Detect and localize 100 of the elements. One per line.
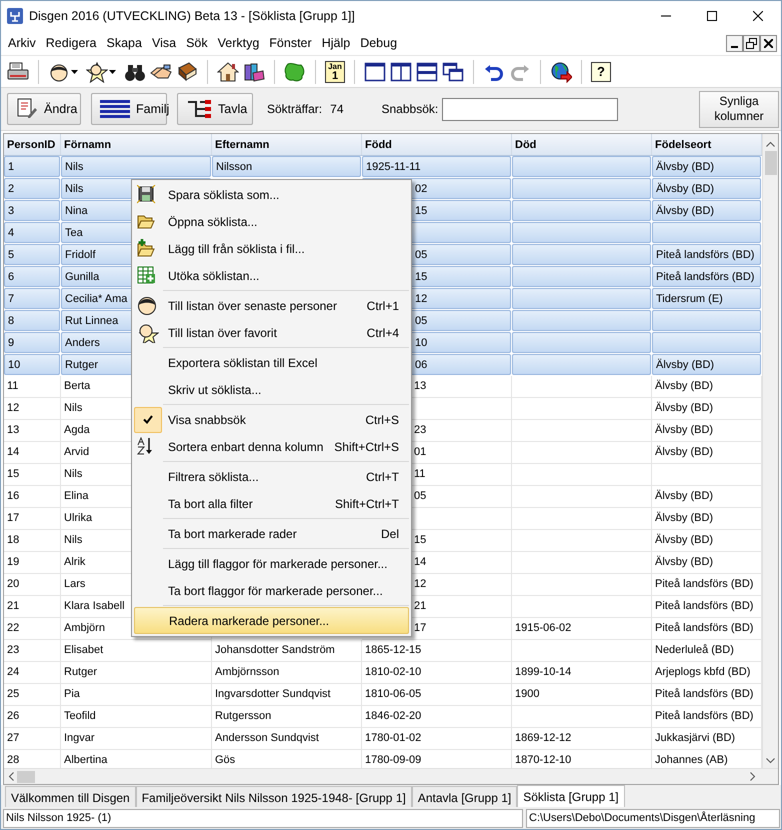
menu-item[interactable]: Visa (146, 32, 182, 54)
close-button[interactable] (760, 34, 777, 52)
caret-icon (71, 70, 78, 74)
table-cell: 1865-12-15 (362, 640, 512, 662)
book-icon (176, 60, 198, 82)
person-icon (137, 296, 159, 316)
app-icon (7, 8, 23, 24)
table-cell: Tidersrum (E) (652, 288, 761, 309)
table-cell: Älvsby (BD) (652, 354, 761, 375)
column-header[interactable]: Död (512, 134, 652, 155)
table-cell: Ingvar (61, 728, 212, 750)
table-cell: Pia (61, 684, 212, 706)
close-icon (753, 11, 763, 21)
printer-icon (7, 60, 29, 82)
maximize-icon (707, 11, 717, 21)
person-star-icon (86, 60, 108, 82)
help-button[interactable]: ? (589, 58, 613, 86)
document-tab[interactable]: Familjeöversikt Nils Nilsson 1925-1948- [Grupp 1] (136, 786, 412, 807)
menu-item[interactable]: Debug (355, 32, 402, 54)
table-cell: 6 (4, 266, 60, 287)
column-header[interactable]: Född (362, 134, 512, 155)
menu-item[interactable]: Visa snabbsök Ctrl+S (134, 406, 409, 433)
tree-button[interactable]: Tavla (177, 93, 253, 125)
table-cell: 1846-02-20 (362, 706, 512, 728)
table-cell: 1900 (512, 684, 652, 706)
calendar-button[interactable]: Jan 1 (323, 58, 347, 86)
caret-icon (109, 70, 116, 74)
table-cell: 7 (4, 288, 60, 309)
menu-item[interactable]: Sök (181, 32, 213, 54)
menu-item[interactable]: Verktyg (212, 32, 264, 54)
list-lines-icon (100, 98, 130, 120)
table-cell: 1780-01-02 (362, 728, 512, 750)
restore-button[interactable] (743, 34, 760, 52)
visible-columns-button[interactable]: Synliga kolumner (699, 90, 779, 128)
menu-item[interactable]: Fönster (264, 32, 317, 54)
table-cell: 2 (4, 178, 60, 199)
calendar-month: Jan (327, 62, 343, 70)
table-cell: Ambjörnsson (212, 662, 362, 684)
menu-item[interactable]: Redigera (40, 32, 102, 54)
table-cell: 8 (4, 310, 60, 331)
vertical-scrollbar[interactable] (762, 134, 778, 768)
menu-item[interactable]: Hjälp (316, 32, 356, 54)
help-icon: ? (591, 62, 611, 82)
column-header[interactable]: Efternamn (212, 134, 362, 155)
status-text: C:\Users\Debo\Documents\Disgen\Återläsning (526, 809, 780, 828)
table-cell: 14 (4, 442, 61, 464)
close-icon (764, 38, 773, 48)
table-cell: Älvsby (BD) (652, 200, 761, 221)
column-header[interactable]: Förnamn (61, 134, 212, 155)
menu-item[interactable]: Radera markerade personer... (134, 607, 409, 634)
family-button[interactable]: Familj (91, 93, 167, 125)
menu-item[interactable]: Arkiv (3, 32, 41, 54)
person-star-icon (137, 322, 159, 342)
table-cell: 17 (4, 508, 61, 530)
books-icon (243, 60, 265, 82)
table-cell: Elisabet (61, 640, 212, 662)
column-header[interactable]: PersonID (4, 134, 61, 155)
document-tab[interactable]: Antavla [Grupp 1] (412, 786, 518, 807)
table-cell: 1810-06-05 (362, 684, 512, 706)
stacked-window-icon (416, 60, 438, 82)
horizontal-scrollbar[interactable] (4, 768, 778, 784)
table-cell: Teofild (61, 706, 212, 728)
table-cell: 21 (4, 596, 61, 618)
table-cell: 27 (4, 728, 61, 750)
table-cell: 9 (4, 332, 60, 353)
menu-item[interactable]: Skapa (102, 32, 147, 54)
minimize-icon (731, 46, 738, 48)
table-cell: 13 (4, 420, 61, 442)
scroll-thumb[interactable] (764, 151, 776, 175)
table-cell: Johansdotter Sandström (212, 640, 362, 662)
document-edit-icon (16, 98, 38, 120)
map-icon (284, 60, 306, 82)
minimize-button[interactable] (726, 34, 743, 52)
table-cell: Ingvarsdotter Sundqvist (212, 684, 362, 706)
table-cell: Älvsby (BD) (652, 156, 761, 177)
table-cell: 18 (4, 530, 61, 552)
table-cell: 22 (4, 618, 61, 640)
document-tab[interactable]: Söklista [Grupp 1] (517, 785, 625, 807)
table-cell: 16 (4, 486, 61, 508)
scroll-thumb[interactable] (17, 770, 35, 782)
scroll-left-icon (8, 772, 14, 781)
scroll-up-icon (766, 141, 775, 147)
document-tab[interactable]: Välkommen till Disgen (5, 786, 136, 807)
status-text: Nils Nilsson 1925- (1) (3, 809, 523, 828)
table-cell: 26 (4, 706, 61, 728)
table-cell: 10 (4, 354, 60, 375)
table-cell: 1925-11-11 (362, 156, 511, 177)
table-cell: Älvsby (BD) (652, 178, 761, 199)
table-cell: 3 (4, 200, 60, 221)
edit-button[interactable]: Ändra (7, 93, 81, 125)
scroll-right-icon (750, 772, 756, 781)
quicksearch-field[interactable] (442, 98, 618, 120)
table-cell: 4 (4, 222, 60, 243)
table-cell: 1869-12-12 (512, 728, 652, 750)
calendar-day: 1 (326, 70, 344, 82)
tree-chart-icon (186, 98, 212, 120)
table-cell: 1899-10-14 (512, 662, 652, 684)
table-cell: Piteå landsförs (BD) (652, 266, 761, 287)
hits-label: Sökträffar: (267, 101, 322, 118)
window-title: Disgen 2016 (UTVECKLING) Beta 13 - [Söklista [Grupp 1]] (29, 8, 355, 25)
